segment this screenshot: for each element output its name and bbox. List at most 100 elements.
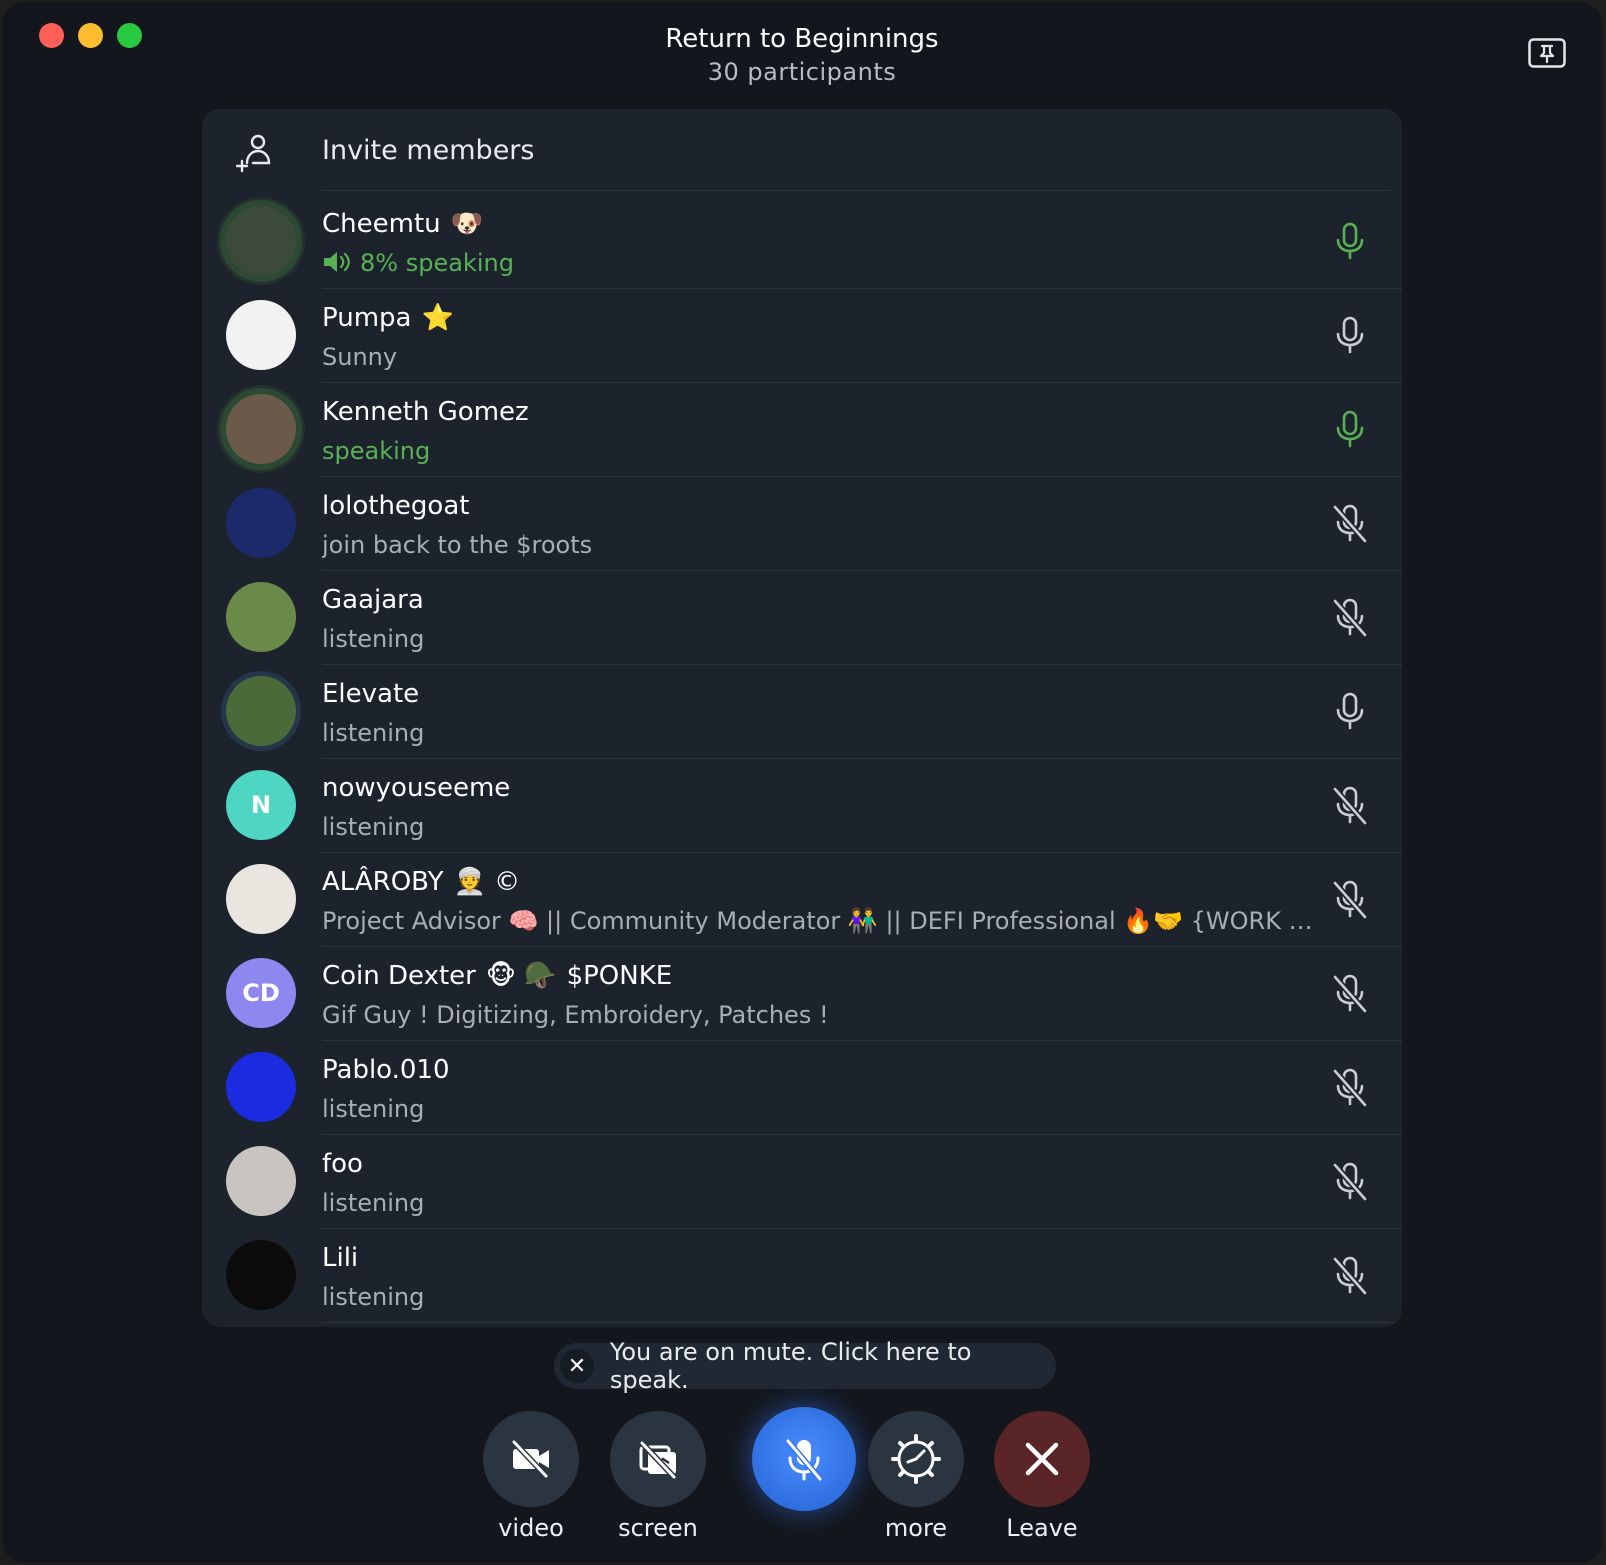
more-button[interactable] (868, 1411, 964, 1507)
participant-name-text: Pablo.010 (322, 1055, 450, 1085)
video-label: video (498, 1514, 564, 1542)
participant-name: Elevate (322, 679, 419, 709)
microphone-muted-icon[interactable] (1330, 879, 1370, 919)
chat-title: Return to Beginnings (665, 24, 939, 54)
participant-status: join back to the $roots (322, 531, 592, 559)
participant-name-text: Elevate (322, 679, 420, 709)
more-label: more (884, 1514, 948, 1542)
close-icon (1025, 1442, 1059, 1476)
participant-name: lolothegoat (322, 491, 469, 521)
participant-name-text: ALÂROBY (322, 867, 444, 897)
participant-status: listening (322, 625, 424, 653)
participant-row[interactable]: Gaajara listening (202, 569, 1402, 665)
participant-status: speaking (322, 437, 430, 465)
video-button[interactable] (483, 1411, 579, 1507)
microphone-muted-icon[interactable] (1330, 973, 1370, 1013)
avatar[interactable]: CD (226, 958, 296, 1028)
participant-status-text: listening (322, 1189, 425, 1217)
microphone-muted-icon[interactable] (1330, 1161, 1370, 1201)
participant-status: listening (322, 1095, 424, 1123)
participant-row[interactable]: CD Coin Dexter 🐵 🪖 $PONKE Gif Guy ! Digitizi… (202, 945, 1402, 1041)
participant-name-text: nowyouseeme (322, 773, 511, 803)
microphone-icon[interactable] (1330, 691, 1370, 731)
participant-name: Pablo.010 (322, 1055, 450, 1085)
participant-row[interactable]: Kenneth Gomez speaking (202, 381, 1402, 477)
invite-members-button[interactable]: Invite members (202, 109, 1402, 193)
microphone-icon[interactable] (1330, 315, 1370, 355)
avatar[interactable] (226, 300, 296, 370)
participant-status: Project Advisor 🧠 || Community Moderator… (322, 907, 1322, 935)
participant-status-text: Sunny (322, 343, 398, 371)
participant-status-text: join back to the $roots (322, 531, 593, 559)
participant-status-text: speaking (322, 437, 431, 465)
participant-status-text: listening (322, 1095, 425, 1123)
microphone-icon[interactable] (1330, 221, 1370, 261)
divider (322, 190, 1390, 191)
microphone-muted-icon[interactable] (1330, 785, 1370, 825)
avatar[interactable]: N (226, 770, 296, 840)
avatar[interactable] (226, 676, 296, 746)
participant-status: Sunny (322, 343, 397, 371)
participant-status-text: Project Advisor 🧠 || Community Moderator… (322, 907, 1322, 935)
microphone-muted-icon[interactable] (1330, 1255, 1370, 1295)
participant-name-text: foo (322, 1149, 363, 1179)
screen-share-button[interactable] (610, 1411, 706, 1507)
screen-label: screen (618, 1514, 698, 1542)
participants-panel: Invite members Cheemtu 🐶 8% speaking Pumpa ⭐… (202, 109, 1402, 1327)
participant-status: Gif Guy ! Digitizing, Embroidery, Patche… (322, 1001, 829, 1029)
microphone-muted-icon[interactable] (1330, 503, 1370, 543)
participant-name: Cheemtu 🐶 (322, 209, 483, 239)
participant-status: listening (322, 1189, 424, 1217)
participant-row[interactable]: Lili listening (202, 1227, 1402, 1323)
participant-status-text: listening (322, 719, 425, 747)
leave-button[interactable] (994, 1411, 1090, 1507)
avatar[interactable] (226, 1052, 296, 1122)
pin-window-icon[interactable] (1528, 38, 1566, 68)
participant-name-text: Coin Dexter (322, 961, 476, 991)
avatar[interactable] (226, 1240, 296, 1310)
participant-name-text: lolothegoat (322, 491, 470, 521)
voice-chat-window: Return to Beginnings 30 participants Inv… (2, 2, 1602, 1563)
invite-members-label: Invite members (322, 135, 535, 166)
avatar[interactable] (226, 1146, 296, 1216)
participant-status-text: 8% speaking (360, 249, 514, 277)
mute-toast-text: You are on mute. Click here to speak. (609, 1338, 972, 1394)
participant-status-text: listening (322, 625, 425, 653)
microphone-muted-icon[interactable] (1330, 1067, 1370, 1107)
participant-row[interactable]: lolothegoat join back to the $roots (202, 475, 1402, 571)
name-emoji: 👳 © (453, 867, 521, 897)
participant-name-suffix: $PONKE (566, 961, 673, 991)
participant-name: Coin Dexter 🐵 🪖 $PONKE (322, 961, 672, 991)
speaker-volume-icon (324, 252, 350, 272)
participant-name: Pumpa ⭐ (322, 303, 454, 333)
leave-label: Leave (1006, 1514, 1078, 1542)
participant-name: foo (322, 1149, 363, 1179)
avatar[interactable] (226, 864, 296, 934)
participant-row[interactable]: Elevate listening (202, 663, 1402, 759)
participant-name: Kenneth Gomez (322, 397, 529, 427)
microphone-muted-icon[interactable] (1330, 597, 1370, 637)
participant-row[interactable]: Cheemtu 🐶 8% speaking (202, 193, 1402, 289)
close-toast-button[interactable]: ✕ (560, 1349, 594, 1383)
avatar[interactable] (226, 206, 296, 276)
screen-share-off-icon (639, 1440, 677, 1480)
participant-status: 8% speaking (322, 249, 514, 277)
participant-name-text: Gaajara (322, 585, 424, 615)
avatar[interactable] (226, 394, 296, 464)
microphone-muted-icon (785, 1439, 823, 1481)
participant-row[interactable]: ALÂROBY 👳 © Project Advisor 🧠 || Community… (202, 851, 1402, 947)
avatar[interactable] (226, 488, 296, 558)
participant-row[interactable]: Nnowyouseeme listening (202, 757, 1402, 853)
unmute-button[interactable] (752, 1407, 856, 1511)
participant-row[interactable]: foo listening (202, 1133, 1402, 1229)
participant-row[interactable]: Pablo.010 listening (202, 1039, 1402, 1135)
participant-status-text: Gif Guy ! Digitizing, Embroidery, Patche… (322, 1001, 829, 1029)
mute-toast[interactable]: ✕ You are on mute. Click here to speak. (554, 1338, 1056, 1394)
participant-count: 30 participants (707, 58, 897, 86)
participant-row[interactable]: Pumpa ⭐ Sunny (202, 287, 1402, 383)
participant-status: listening (322, 719, 424, 747)
participant-status-text: listening (322, 1283, 425, 1311)
participant-name: ALÂROBY 👳 © (322, 867, 520, 897)
avatar[interactable] (226, 582, 296, 652)
microphone-icon[interactable] (1330, 409, 1370, 449)
